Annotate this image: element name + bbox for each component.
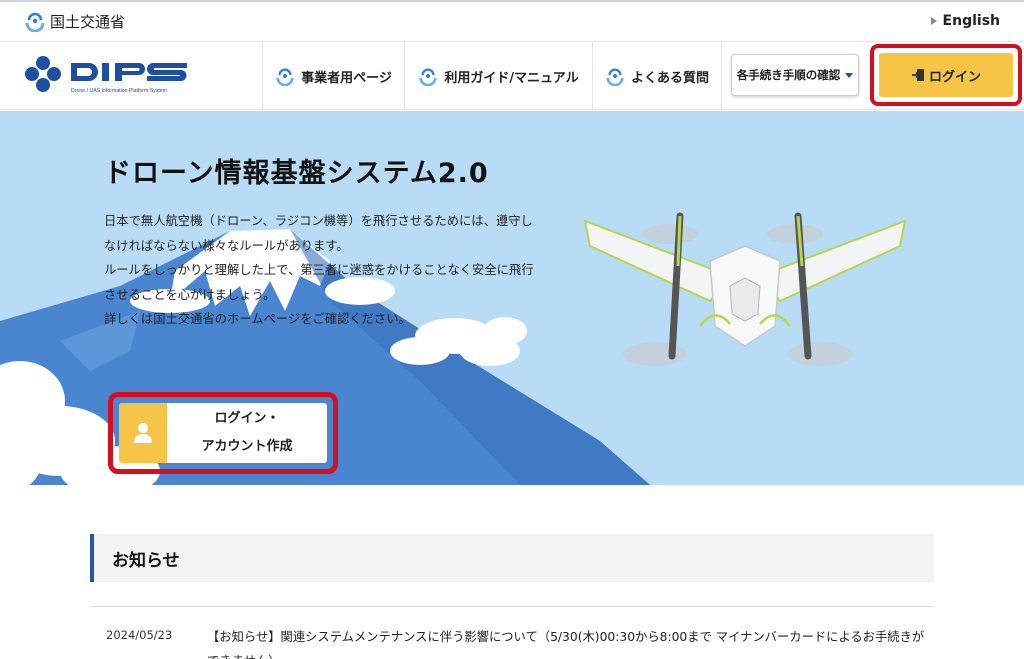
account-highlight-frame: ログイン・ アカウント作成 (108, 392, 338, 474)
login-highlight-frame: ログイン (870, 44, 1022, 106)
news-heading-box: お知らせ (90, 534, 934, 582)
nav-user-guide-label: 利用ガイド/マニュアル (444, 70, 579, 86)
login-door-icon (911, 69, 924, 81)
account-button-text: ログイン・ アカウント作成 (167, 403, 327, 463)
mlit-emblem-icon (606, 68, 624, 86)
hero-section: ドローン情報基盤システム2.0 日本で無人航空機（ドローン、ラジコン機等）を飛行… (0, 111, 1024, 485)
login-create-account-button[interactable]: ログイン・ アカウント作成 (119, 403, 327, 463)
english-link[interactable]: English (930, 13, 1000, 29)
hero-desc-line: 日本で無人航空機（ドローン、ラジコン機等）を飛行させるためには、遵守し (104, 214, 533, 228)
login-button[interactable]: ログイン (879, 53, 1013, 97)
english-label: English (942, 13, 1000, 29)
hero-desc-line: ルールをしっかりと理解した上で、第三者に迷惑をかけることなく安全に飛行 (104, 263, 534, 277)
news-item-date: 2024/05/23 (106, 628, 173, 642)
mlit-emblem-icon (25, 11, 45, 32)
account-button-line1: ログイン・ (214, 411, 280, 426)
mlit-emblem-icon (276, 68, 294, 86)
drone-illustration (583, 212, 907, 366)
chevron-down-icon (845, 72, 854, 78)
news-divider (90, 606, 934, 607)
procedures-dropdown[interactable]: 各手続き手順の確認 (731, 54, 859, 96)
hero-title: ドローン情報基盤システム2.0 (104, 158, 489, 189)
nav-business-label: 事業者用ページ (301, 70, 392, 86)
user-avatar-block (119, 403, 167, 463)
ministry-name: 国土交通省 (50, 12, 126, 31)
news-item-link[interactable]: 【お知らせ】関連システムメンテナンスに伴う影響について（5/30(木)00:30… (207, 625, 927, 659)
login-label: ログイン (928, 69, 981, 85)
account-button-line2: アカウント作成 (201, 439, 293, 454)
mlit-emblem-icon (419, 68, 437, 86)
main-nav: Drone / UAS Information Platform System … (0, 42, 1024, 110)
dips-logo[interactable]: Drone / UAS Information Platform System (22, 54, 192, 96)
hero-desc-line: させることを心がけましょう。 (104, 287, 276, 302)
top-bar: 国土交通省 English (0, 0, 1024, 42)
hero-description: 日本で無人航空機（ドローン、ラジコン機等）を飛行させるためには、遵守し なければ… (104, 209, 594, 332)
nav-user-guide[interactable]: 利用ガイド/マニュアル (404, 42, 592, 110)
news-heading: お知らせ (112, 550, 180, 571)
triangle-right-icon (930, 17, 937, 25)
nav-faq[interactable]: よくある質問 (592, 42, 722, 110)
mlit-home-link[interactable]: 国土交通省 (24, 10, 125, 32)
nav-business-page[interactable]: 事業者用ページ (262, 42, 404, 110)
user-icon (134, 423, 152, 443)
nav-faq-label: よくある質問 (630, 70, 709, 86)
hero-desc-line: 詳しくは国土交通省のホームページをご確認ください。 (104, 312, 411, 326)
procedures-label: 各手続き手順の確認 (736, 68, 841, 82)
dips-subtitle: Drone / UAS Information Platform System (71, 88, 167, 94)
hero-desc-line: なければならない様々なルールがあります。 (104, 238, 349, 253)
